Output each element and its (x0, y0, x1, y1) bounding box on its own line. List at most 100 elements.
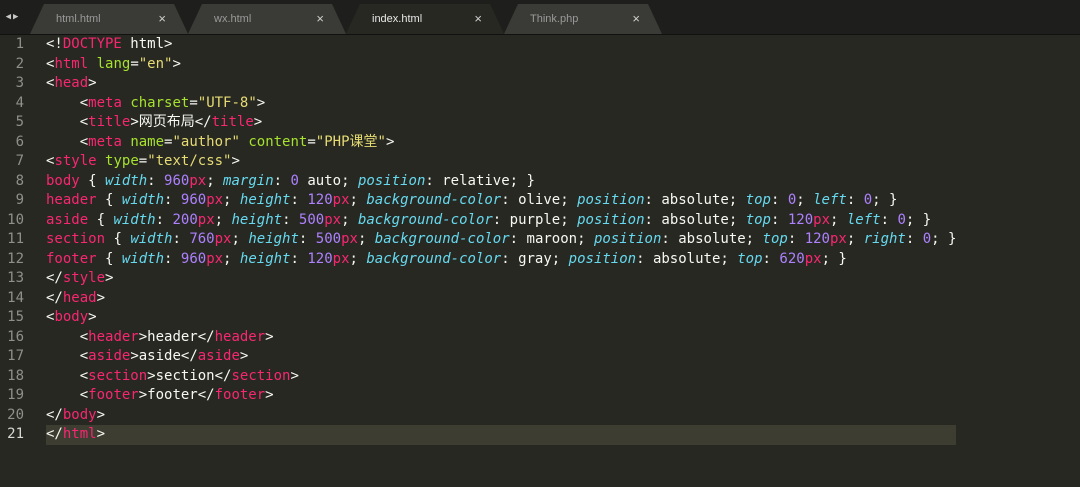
code-token: top (745, 211, 771, 228)
code-token: top (762, 231, 788, 247)
code-line[interactable]: <html lang="en"> (46, 55, 956, 75)
line-number: 4 (15, 94, 24, 111)
code-line[interactable]: <meta name="author" content="PHP课堂"> (46, 133, 956, 153)
code-line[interactable]: body { width: 960px; margin: 0 auto; pos… (46, 172, 956, 192)
code-area[interactable]: <!DOCTYPE html> <html lang="en"> <head> <m… (46, 35, 957, 445)
code-line[interactable]: <head> (46, 74, 956, 94)
code-token: footer (88, 387, 139, 403)
code-token: > (172, 55, 181, 72)
tab-think-php[interactable]: Think.php × (504, 4, 662, 34)
close-icon[interactable]: × (632, 12, 640, 25)
code-token: ; (796, 192, 814, 208)
code-token: ; (223, 192, 240, 208)
code-line[interactable]: <title>网页布局</title> (46, 113, 956, 133)
code-token: : (290, 192, 308, 208)
code-token: top (745, 192, 771, 208)
code-line[interactable]: header { width: 960px; height: 120px; ba… (46, 191, 956, 211)
code-token: >footer</ (138, 387, 215, 403)
code-line[interactable]: aside { width: 200px; height: 500px; bac… (46, 211, 956, 231)
code-line[interactable]: </html> (46, 425, 957, 445)
code-token: > (256, 94, 266, 111)
code-token: : (164, 250, 181, 267)
close-icon[interactable]: × (474, 12, 482, 25)
code-token: "en" (138, 55, 173, 72)
code-token: > (96, 406, 106, 423)
code-token: DOCTYPE (62, 36, 122, 52)
code-token: px (214, 231, 232, 247)
code-editor[interactable]: 1 2 3 4 5 6 7 8 9 10 11 12 13 14 15 16 17 18 19 20 21 <!DOCT… (0, 35, 1080, 487)
code-token: : (762, 250, 780, 267)
code-token: head (62, 289, 97, 306)
code-token: < (46, 94, 89, 111)
code-token: < (46, 133, 89, 150)
tab-nav-arrows[interactable]: ◀ ▶ (0, 0, 24, 34)
code-token: "UTF-8" (197, 94, 257, 111)
code-line[interactable]: <aside>aside</aside> (46, 347, 956, 367)
line-number: 16 (7, 328, 24, 345)
code-token: 500 (298, 211, 325, 228)
code-line[interactable]: <header>header</header> (46, 328, 956, 348)
close-icon[interactable]: × (158, 12, 166, 25)
tab-wx-html[interactable]: wx.html × (188, 4, 346, 34)
code-token: html (54, 55, 89, 72)
code-token: height (239, 192, 291, 208)
code-token: html (62, 426, 97, 442)
code-line[interactable]: <body> (46, 308, 956, 328)
code-token: 960 (180, 250, 207, 267)
code-token: header (214, 328, 266, 345)
code-line[interactable]: footer { width: 960px; height: 120px; ba… (46, 250, 956, 270)
code-line[interactable]: section { width: 760px; height: 500px; b… (46, 230, 956, 250)
code-token: px (197, 211, 215, 228)
code-token: px (804, 250, 822, 267)
code-token: </ (46, 270, 63, 286)
code-token: : purple; (492, 211, 578, 228)
code-token: ; (846, 231, 864, 247)
code-token: 760 (189, 231, 215, 247)
line-number: 7 (15, 153, 24, 169)
forward-arrow-icon[interactable]: ▶ (13, 12, 18, 22)
code-token: < (46, 328, 89, 345)
code-token: px (324, 211, 342, 228)
code-token: </ (46, 289, 63, 306)
code-line[interactable]: <footer>footer</footer> (46, 386, 956, 406)
code-token: > (231, 153, 240, 169)
close-icon[interactable]: × (316, 12, 324, 25)
code-line[interactable]: </head> (46, 289, 956, 309)
code-token: head (54, 75, 89, 91)
code-token: : absolute; (661, 231, 763, 247)
code-token: height (231, 211, 283, 228)
code-token: html> (121, 36, 173, 52)
code-line[interactable]: </style> (46, 269, 956, 289)
code-token: aside (88, 348, 131, 364)
code-token: section (231, 367, 291, 384)
line-number: 9 (15, 192, 24, 208)
tab-label: Think.php (530, 13, 579, 25)
code-token: position (357, 172, 426, 189)
code-token: : absolute; (636, 250, 738, 267)
tab-index-html[interactable]: index.html × (346, 4, 504, 34)
code-token: > (96, 289, 106, 306)
code-token: charset (130, 94, 190, 111)
code-token: px (341, 231, 358, 247)
code-token: > (96, 426, 106, 442)
code-token: : (880, 211, 898, 228)
code-line[interactable]: </body> (46, 406, 956, 426)
code-token: : gray; (501, 250, 569, 267)
code-token: = (138, 153, 148, 169)
code-line[interactable]: <meta charset="UTF-8"> (46, 94, 956, 114)
code-token: : (164, 192, 181, 208)
tab-html-html[interactable]: html.html × (30, 4, 188, 34)
code-token: position (577, 211, 645, 228)
code-token: = (189, 94, 198, 111)
code-token: > (265, 387, 274, 403)
code-token: lang (96, 55, 131, 72)
code-line[interactable]: <style type="text/css"> (46, 152, 956, 172)
code-token: section (88, 367, 148, 384)
code-line[interactable]: <section>section</section> (46, 367, 956, 387)
code-token: name (130, 133, 165, 150)
code-token: >section</ (147, 367, 232, 384)
back-arrow-icon[interactable]: ◀ (6, 12, 11, 22)
code-token: : (787, 231, 805, 247)
code-line[interactable]: <!DOCTYPE html> (46, 35, 956, 55)
code-token: 0 (897, 211, 906, 228)
